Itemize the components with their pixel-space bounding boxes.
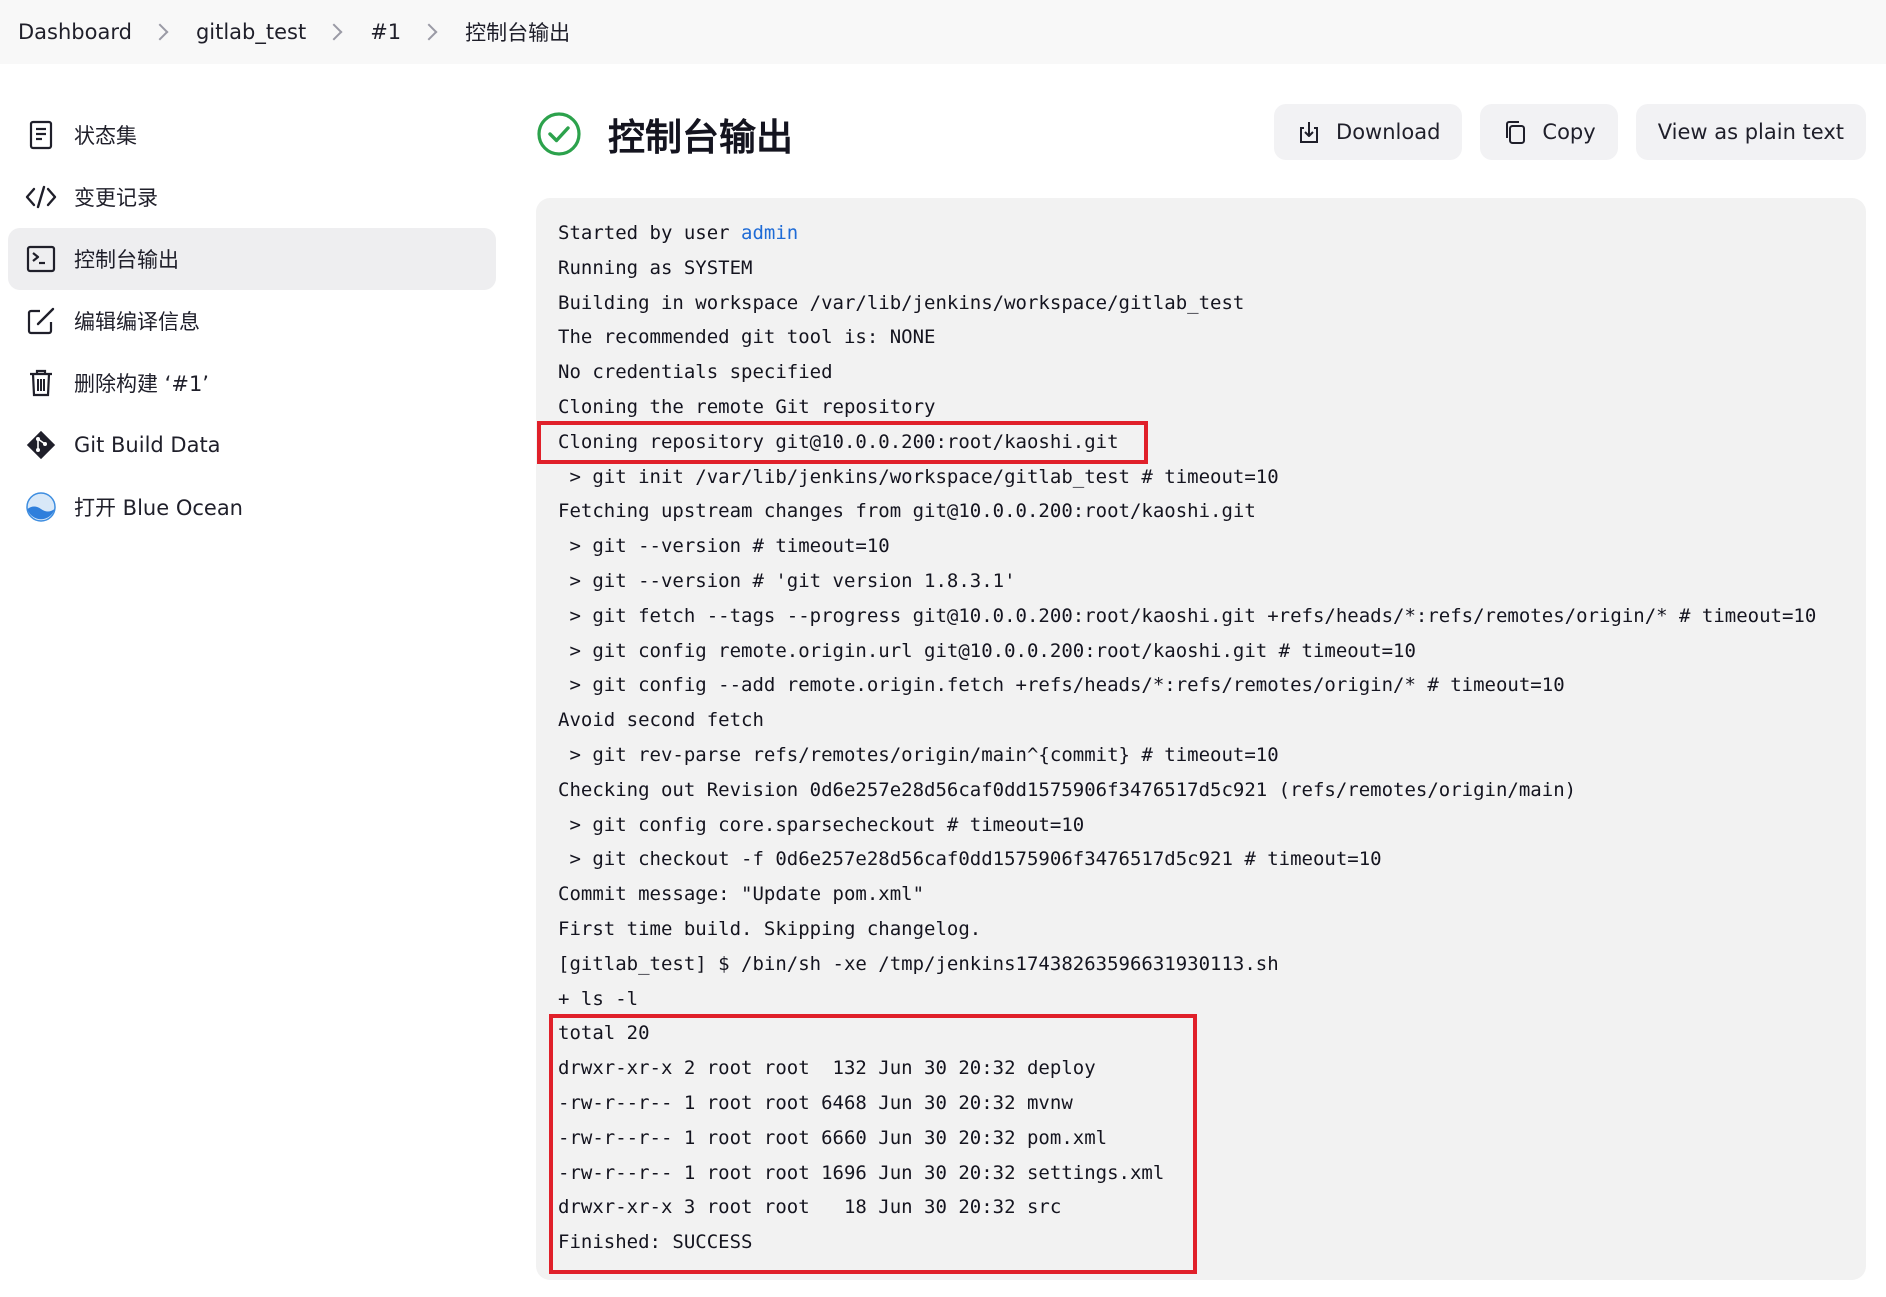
console-line: > git --version # 'git version 1.8.3.1' — [558, 569, 1016, 592]
console-output: Started by user admin Running as SYSTEM B… — [536, 198, 1866, 1280]
console-line: The recommended git tool is: NONE — [558, 326, 936, 349]
chevron-right-icon — [151, 23, 169, 41]
sidebar-item-label: 变更记录 — [74, 186, 158, 210]
console-line: > git checkout -f 0d6e257e28d56caf0dd157… — [558, 848, 1382, 871]
sidebar-item-edit-build-info[interactable]: 编辑编译信息 — [8, 290, 496, 352]
sidebar-item-label: 编辑编译信息 — [74, 310, 200, 334]
code-icon — [24, 180, 58, 214]
trash-icon — [24, 366, 58, 400]
console-line: First time build. Skipping changelog. — [558, 917, 982, 940]
console-line: Finished: SUCCESS — [558, 1231, 753, 1254]
console-line: > git --version # timeout=10 — [558, 535, 890, 558]
console-line: -rw-r--r-- 1 root root 1696 Jun 30 20:32… — [558, 1161, 1165, 1184]
terminal-icon — [24, 242, 58, 276]
sidebar-item-label: Git Build Data — [74, 433, 221, 457]
copy-button[interactable]: Copy — [1480, 104, 1618, 160]
sidebar-item-blue-ocean[interactable]: 打开 Blue Ocean — [8, 476, 496, 538]
breadcrumb-job[interactable]: gitlab_test — [192, 20, 310, 44]
console-line: > git config --add remote.origin.fetch +… — [558, 674, 1565, 697]
console-line: Avoid second fetch — [558, 709, 764, 732]
console-line: No credentials specified — [558, 361, 833, 384]
console-line: Commit message: "Update pom.xml" — [558, 883, 925, 906]
console-line: Fetching upstream changes from git@10.0.… — [558, 500, 1256, 523]
console-line: Started by user admin — [558, 216, 1866, 251]
sidebar-item-label: 状态集 — [74, 124, 137, 148]
header-actions: Download Copy View as plain text — [1274, 104, 1866, 160]
console-line: drwxr-xr-x 3 root root 18 Jun 30 20:32 s… — [558, 1196, 1062, 1219]
sidebar-item-console[interactable]: 控制台输出 — [8, 228, 496, 290]
console-line: -rw-r--r-- 1 root root 6468 Jun 30 20:32… — [558, 1091, 1073, 1114]
page-header: 控制台输出 Download Copy View as plain text — [536, 104, 1866, 164]
sidebar-item-label: 删除构建 ‘#1’ — [74, 372, 209, 396]
sidebar-item-label: 打开 Blue Ocean — [74, 496, 243, 520]
console-line: > git init /var/lib/jenkins/workspace/gi… — [558, 465, 1279, 488]
sidebar-item-label: 控制台输出 — [74, 248, 179, 272]
view-plain-text-label: View as plain text — [1657, 120, 1844, 144]
copy-icon — [1506, 121, 1526, 144]
breadcrumb: Dashboard gitlab_test #1 控制台输出 — [0, 0, 1886, 64]
console-line: + ls -l — [558, 987, 639, 1010]
sidebar-item-status[interactable]: 状态集 — [8, 104, 496, 166]
console-started-prefix: Started by user — [558, 222, 742, 244]
breadcrumb-current[interactable]: 控制台输出 — [461, 17, 574, 47]
user-link[interactable]: admin — [741, 222, 798, 244]
console-line: > git config core.sparsecheckout # timeo… — [558, 813, 1085, 836]
page-title: 控制台输出 — [608, 116, 793, 159]
sidebar-item-delete-build[interactable]: 删除构建 ‘#1’ — [8, 352, 496, 414]
console-line: Cloning the remote Git repository — [558, 395, 936, 418]
console-line: drwxr-xr-x 2 root root 132 Jun 30 20:32 … — [558, 1057, 1096, 1080]
view-plain-text-button[interactable]: View as plain text — [1635, 104, 1866, 160]
console-line: > git fetch --tags --progress git@10.0.0… — [558, 604, 1817, 627]
breadcrumb-build[interactable]: #1 — [366, 20, 405, 44]
console-line: > git config remote.origin.url git@10.0.… — [558, 639, 1416, 662]
edit-icon — [24, 304, 58, 338]
notepad-icon — [24, 118, 58, 152]
success-check-icon — [537, 112, 581, 156]
console-line: Building in workspace /var/lib/jenkins/w… — [558, 291, 1245, 314]
console-line: > git rev-parse refs/remotes/origin/main… — [558, 743, 1279, 766]
console-line: Checking out Revision 0d6e257e28d56caf0d… — [558, 778, 1577, 801]
blue-ocean-icon — [24, 490, 58, 524]
sidebar-item-changes[interactable]: 变更记录 — [8, 166, 496, 228]
sidebar-item-git-build-data[interactable]: Git Build Data — [8, 414, 496, 476]
chevron-right-icon — [420, 23, 438, 41]
breadcrumb-dashboard[interactable]: Dashboard — [14, 20, 136, 44]
git-icon — [24, 428, 58, 462]
download-label: Download — [1336, 120, 1441, 144]
sidebar: 状态集 变更记录 控制台输出 编辑编译信息 删除构建 ‘#1’ Git Buil… — [8, 104, 496, 538]
console-lines: Running as SYSTEM Building in workspace /… — [558, 251, 1866, 1260]
console-line: [gitlab_test] $ /bin/sh -xe /tmp/jenkins… — [558, 952, 1279, 975]
download-icon — [1300, 122, 1319, 143]
chevron-right-icon — [325, 23, 343, 41]
download-button[interactable]: Download — [1274, 104, 1463, 160]
console-line: Running as SYSTEM — [558, 256, 753, 279]
console-line: total 20 — [558, 1022, 650, 1045]
console-line: -rw-r--r-- 1 root root 6660 Jun 30 20:32… — [558, 1126, 1108, 1149]
copy-label: Copy — [1542, 120, 1596, 144]
console-line: Cloning repository git@10.0.0.200:root/k… — [558, 430, 1119, 453]
